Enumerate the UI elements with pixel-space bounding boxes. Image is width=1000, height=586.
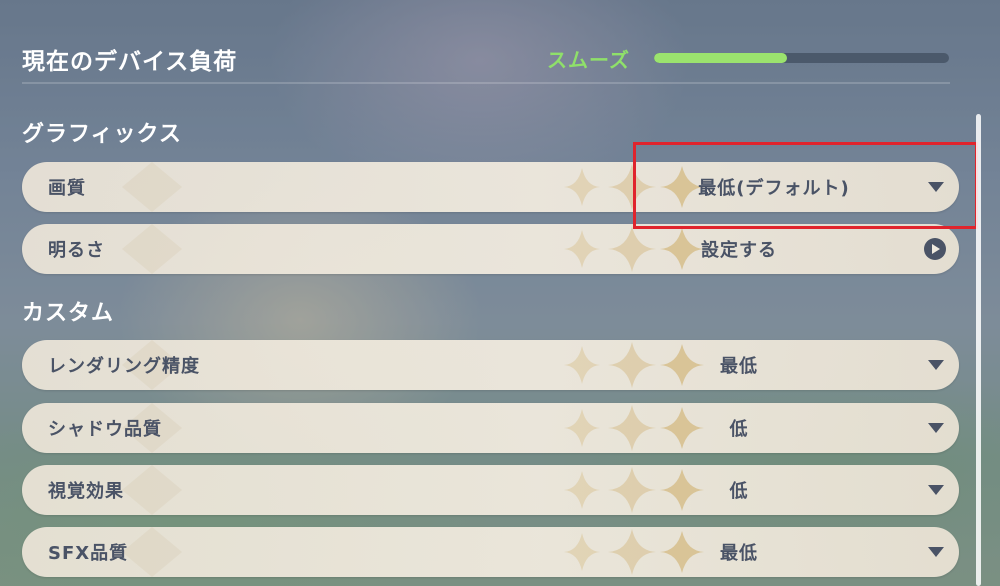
section-title-graphics: グラフィックス — [22, 122, 182, 147]
caret-down-icon[interactable] — [928, 423, 944, 433]
graphics-quality-value: 最低(デフォルト) — [698, 178, 850, 199]
brightness-label: 明るさ — [48, 240, 105, 261]
row-decoration — [122, 162, 182, 212]
setting-row-visual-effects[interactable]: 視覚効果 低 — [22, 465, 959, 515]
device-load-bar-fill — [654, 53, 787, 63]
graphics-quality-label: 画質 — [48, 178, 86, 199]
section-title-custom: カスタム — [22, 301, 115, 326]
setting-row-shadow-quality[interactable]: シャドウ品質 低 — [22, 403, 959, 453]
shadow-quality-value: 低 — [729, 419, 749, 440]
device-load-bar — [654, 53, 949, 63]
device-load-title: 現在のデバイス負荷 — [22, 49, 238, 75]
caret-down-icon[interactable] — [928, 360, 944, 370]
row-decoration — [122, 224, 182, 274]
caret-down-icon[interactable] — [928, 485, 944, 495]
setting-row-graphics-quality[interactable]: 画質 最低(デフォルト) — [22, 162, 959, 212]
caret-down-icon[interactable] — [928, 547, 944, 557]
visual-effects-value: 低 — [729, 481, 749, 502]
render-resolution-label: レンダリング精度 — [48, 356, 200, 377]
visual-effects-label: 視覚効果 — [48, 481, 124, 502]
scrollbar[interactable] — [976, 114, 981, 586]
sfx-quality-value: 最低 — [720, 543, 758, 564]
shadow-quality-label: シャドウ品質 — [48, 419, 162, 440]
device-load-header: 現在のデバイス負荷 スムーズ — [22, 38, 950, 84]
setting-row-render-resolution[interactable]: レンダリング精度 最低 — [22, 340, 959, 390]
setting-row-sfx-quality[interactable]: SFX品質 最低 — [22, 527, 959, 577]
device-load-status: スムーズ — [547, 48, 630, 72]
render-resolution-value: 最低 — [720, 356, 758, 377]
caret-down-icon[interactable] — [928, 182, 944, 192]
brightness-value: 設定する — [701, 240, 777, 261]
sfx-quality-label: SFX品質 — [48, 543, 129, 564]
setting-row-brightness[interactable]: 明るさ 設定する — [22, 224, 959, 274]
arrow-right-circle-icon[interactable] — [924, 238, 946, 260]
